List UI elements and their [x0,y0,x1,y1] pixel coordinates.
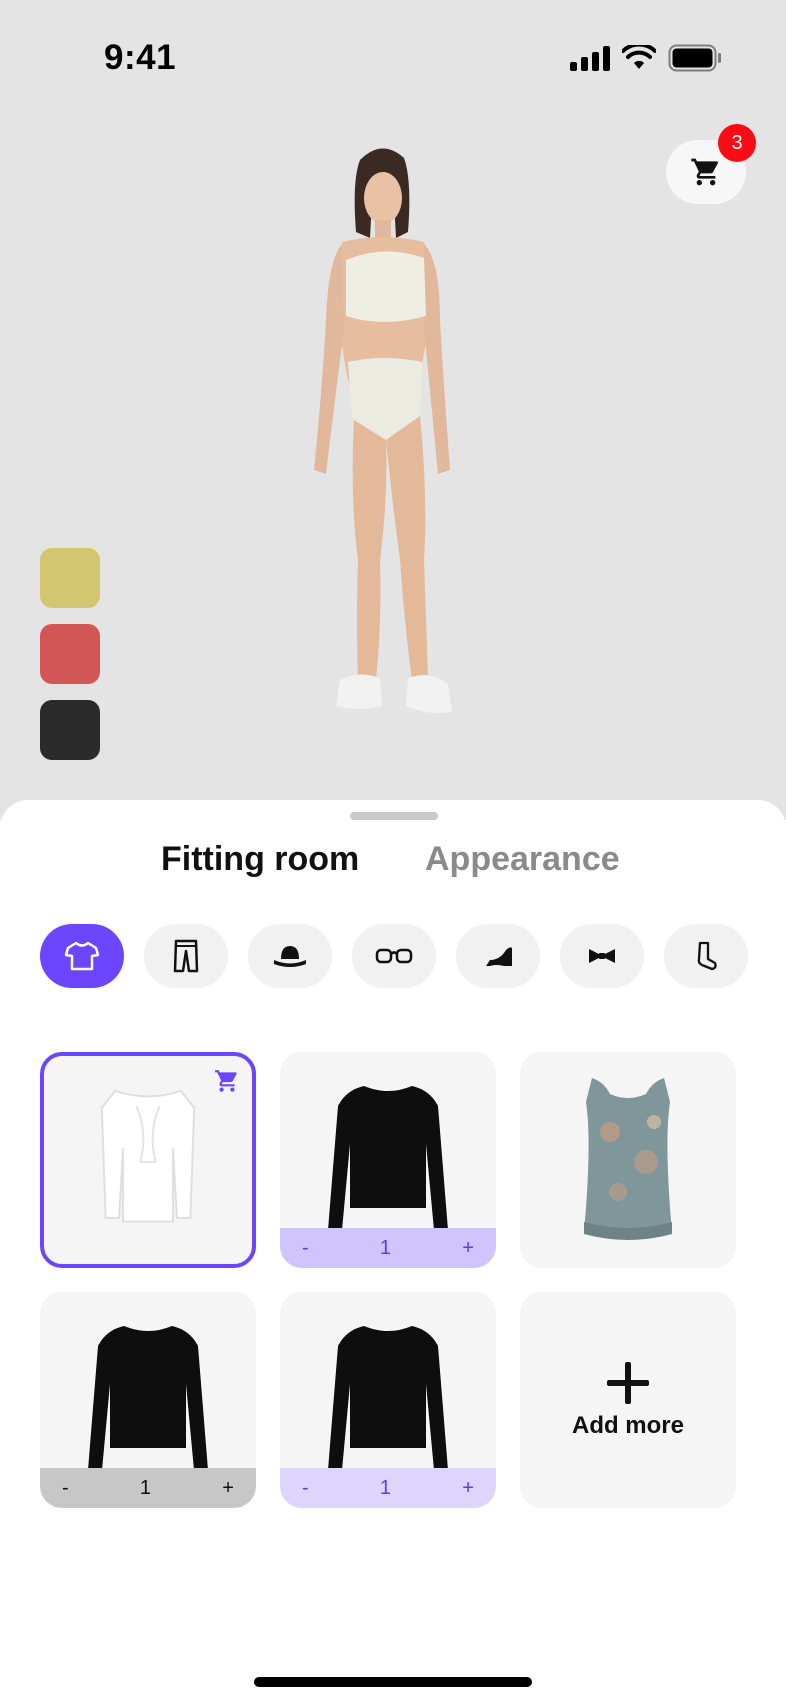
bowtie-icon [589,949,615,963]
model-photo [314,148,452,714]
item-card-black-longsleeve[interactable]: - 1 + [280,1052,496,1268]
increase-button[interactable]: + [462,1237,474,1260]
quantity-value: 1 [139,1476,152,1499]
item-card-white-top[interactable] [40,1052,256,1268]
decrease-button[interactable]: - [302,1237,309,1260]
category-hats[interactable] [248,924,332,988]
item-card-black-longsleeve[interactable]: - 1 + [280,1292,496,1508]
home-indicator [254,1677,532,1687]
add-more-label: Add more [571,1412,684,1439]
tab-appearance[interactable]: Appearance [425,840,620,879]
category-accessories[interactable] [560,924,644,988]
wifi-icon [622,45,656,69]
category-glasses[interactable] [352,924,436,988]
glasses-icon [375,948,413,964]
quantity-stepper: - 1 + [280,1468,496,1508]
tab-fitting-room[interactable]: Fitting room [161,840,359,879]
quantity-value: 1 [379,1476,392,1499]
sock-icon [697,941,717,971]
status-icons [570,44,722,72]
swatch-black[interactable] [40,700,100,760]
swatch-red[interactable] [40,624,100,684]
category-shoes[interactable] [456,924,540,988]
cart-icon [215,1070,237,1092]
cart-count-badge: 3 [718,124,756,162]
quantity-stepper: - 1 + [40,1468,256,1508]
category-socks[interactable] [664,924,748,988]
printed-top-image [584,1078,672,1240]
status-time: 9:41 [104,38,177,77]
category-tops[interactable] [40,924,124,988]
battery-icon [668,44,721,72]
increase-button[interactable]: + [462,1477,474,1500]
quantity-stepper: - 1 + [280,1228,496,1268]
add-more-button[interactable]: Add more [520,1292,736,1508]
swatch-mustard[interactable] [40,548,100,608]
item-card-printed-top[interactable] [520,1052,736,1268]
plus-icon [607,1362,649,1404]
tshirt-icon [64,941,100,971]
cellular-signal-icon [570,45,610,71]
increase-button[interactable]: + [222,1477,234,1500]
quantity-value: 1 [379,1236,392,1259]
pants-icon [173,939,199,973]
cart-icon [691,158,719,186]
item-card-black-longsleeve[interactable]: - 1 + [40,1292,256,1508]
hat-icon [274,946,306,967]
heel-shoe-icon [484,947,512,966]
decrease-button[interactable]: - [302,1477,309,1500]
decrease-button[interactable]: - [62,1477,69,1500]
category-pants[interactable] [144,924,228,988]
sheet-grabber[interactable] [350,812,438,820]
